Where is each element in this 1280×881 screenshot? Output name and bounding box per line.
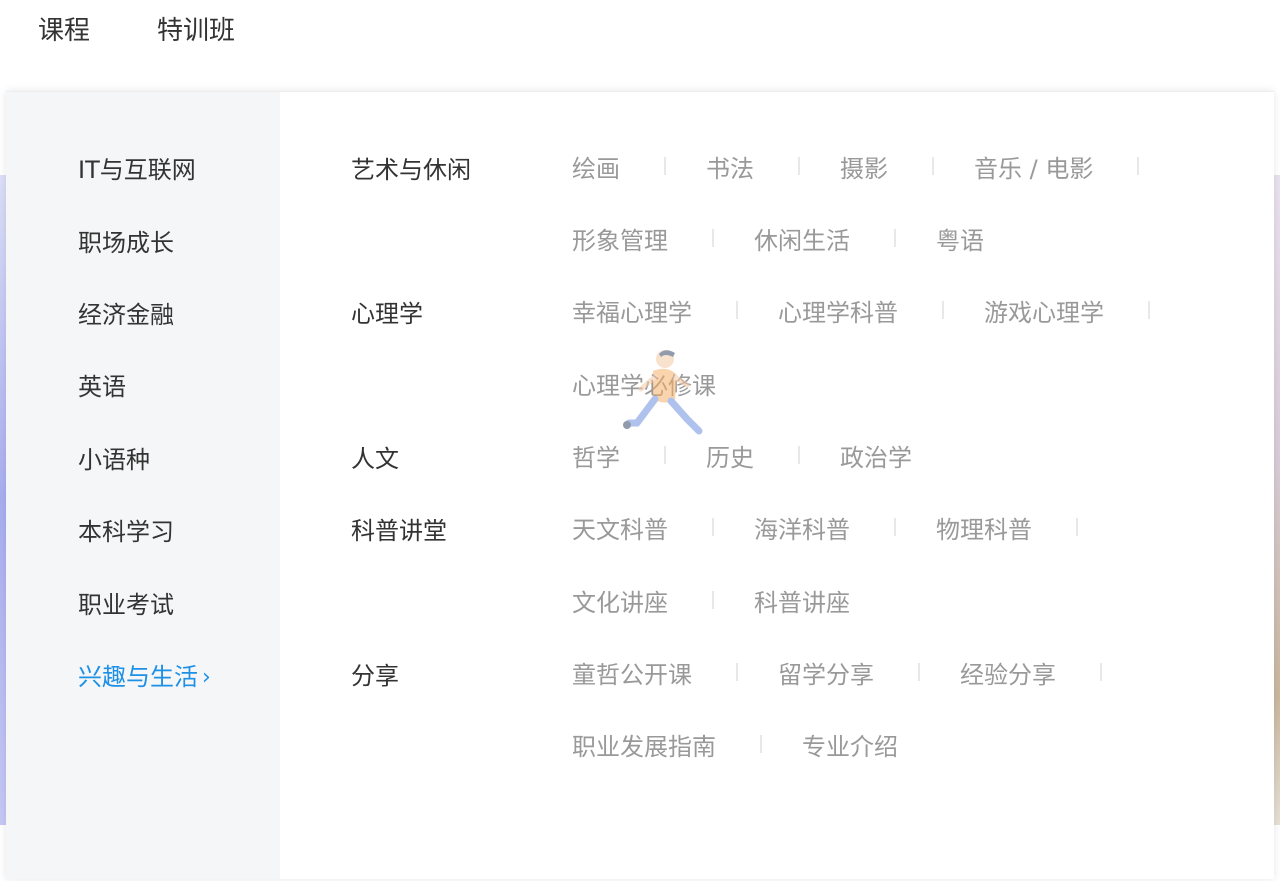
subcategory-link[interactable]: 政治学: [840, 438, 912, 473]
subcategory-link[interactable]: 粤语: [936, 221, 984, 256]
subcategory-link[interactable]: 经验分享: [960, 655, 1056, 690]
subcategory-link[interactable]: 物理科普: [936, 510, 1032, 545]
subcategory-link[interactable]: 童哲公开课: [572, 655, 692, 690]
link-row: 职业发展指南 专业介绍: [572, 727, 898, 762]
divider: [1100, 663, 1102, 681]
divider: [760, 735, 762, 753]
divider: [932, 157, 934, 175]
subcategory-link[interactable]: 书法: [706, 149, 754, 184]
category-sidebar: IT与互联网 职场成长 经济金融 英语 小语种 本科学习 职业考试 兴趣与生活 ›: [6, 92, 280, 879]
subcategory-link[interactable]: 休闲生活: [754, 221, 850, 256]
sidebar-item-finance[interactable]: 经济金融: [78, 295, 174, 330]
sidebar-item-english[interactable]: 英语: [78, 367, 126, 402]
link-row: 文化讲座 科普讲座: [572, 583, 850, 618]
link-row: 形象管理 休闲生活 粤语: [572, 221, 984, 256]
sidebar-item-undergraduate[interactable]: 本科学习: [78, 512, 174, 547]
nav-training-class[interactable]: 特训班: [157, 10, 235, 47]
divider: [664, 446, 666, 464]
top-nav: 课程 特训班: [0, 0, 1280, 60]
subcategory-link[interactable]: 科普讲座: [754, 583, 850, 618]
sidebar-item-label: 本科学习: [78, 518, 174, 546]
group-title-arts-leisure: 艺术与休闲: [351, 156, 471, 184]
link-row: 童哲公开课 留学分享 经验分享: [572, 655, 1142, 690]
divider: [942, 301, 944, 319]
sidebar-item-minor-languages[interactable]: 小语种: [78, 440, 150, 475]
category-flyout-menu: IT与互联网 职场成长 经济金融 英语 小语种 本科学习 职业考试 兴趣与生活 ›…: [6, 91, 1274, 879]
subcategory-panel: 艺术与休闲 绘画 书法 摄影 音乐 / 电影 形象管理 休闲生活 粤语 心理学 …: [280, 92, 1274, 879]
sidebar-item-label: 经济金融: [78, 301, 174, 329]
subcategory-link[interactable]: 心理学科普: [778, 293, 898, 328]
subcategory-link[interactable]: 游戏心理学: [984, 293, 1104, 328]
divider: [798, 446, 800, 464]
divider: [736, 301, 738, 319]
subcategory-link[interactable]: 心理学必修课: [572, 366, 716, 401]
sidebar-item-label: 职业考试: [78, 591, 174, 619]
link-row: 幸福心理学 心理学科普 游戏心理学: [572, 293, 1190, 328]
divider: [712, 591, 714, 609]
background-page-edge: [1274, 175, 1280, 825]
sidebar-item-career-growth[interactable]: 职场成长: [78, 223, 174, 258]
group-title-sharing: 分享: [351, 662, 399, 690]
group-title-science-lectures: 科普讲堂: [351, 517, 447, 545]
subcategory-link[interactable]: 文化讲座: [572, 583, 668, 618]
sidebar-item-label: IT与互联网: [78, 156, 196, 184]
nav-course[interactable]: 课程: [38, 10, 90, 47]
group-title-humanities: 人文: [351, 445, 399, 473]
subcategory-link[interactable]: 专业介绍: [802, 727, 898, 762]
divider: [736, 663, 738, 681]
subcategory-link[interactable]: 哲学: [572, 438, 620, 473]
subcategory-link[interactable]: 职业发展指南: [572, 727, 716, 762]
group-title-psychology: 心理学: [351, 300, 423, 328]
sidebar-item-label: 兴趣与生活: [78, 663, 198, 691]
subcategory-link[interactable]: 天文科普: [572, 510, 668, 545]
subcategory-link[interactable]: 绘画: [572, 149, 620, 184]
divider: [894, 518, 896, 536]
subcategory-link[interactable]: 幸福心理学: [572, 293, 692, 328]
subcategory-link[interactable]: 形象管理: [572, 221, 668, 256]
divider: [1137, 157, 1140, 175]
subcategory-link[interactable]: 历史: [706, 438, 754, 473]
sidebar-item-label: 英语: [78, 373, 126, 401]
chevron-right-icon: ›: [202, 665, 211, 690]
sidebar-item-label: 小语种: [78, 446, 150, 474]
divider: [664, 157, 666, 175]
subcategory-link[interactable]: 音乐 / 电影: [974, 149, 1093, 184]
divider: [1076, 518, 1078, 536]
link-row: 心理学必修课: [572, 366, 716, 401]
sidebar-item-it-internet[interactable]: IT与互联网: [78, 150, 196, 185]
subcategory-link[interactable]: 留学分享: [778, 655, 874, 690]
subcategory-link[interactable]: 海洋科普: [754, 510, 850, 545]
sidebar-item-professional-exams[interactable]: 职业考试: [78, 585, 174, 620]
sidebar-item-label: 职场成长: [78, 229, 174, 257]
divider: [1148, 301, 1150, 319]
link-row: 哲学 历史 政治学: [572, 438, 912, 473]
sidebar-item-interests-life[interactable]: 兴趣与生活 ›: [78, 657, 211, 692]
divider: [798, 157, 800, 175]
link-row: 天文科普 海洋科普 物理科普: [572, 510, 1118, 545]
subcategory-link[interactable]: 摄影: [840, 149, 888, 184]
divider: [894, 229, 896, 247]
divider: [712, 518, 714, 536]
divider: [918, 663, 920, 681]
divider: [712, 229, 714, 247]
link-row: 绘画 书法 摄影 音乐 / 电影: [572, 149, 1179, 184]
